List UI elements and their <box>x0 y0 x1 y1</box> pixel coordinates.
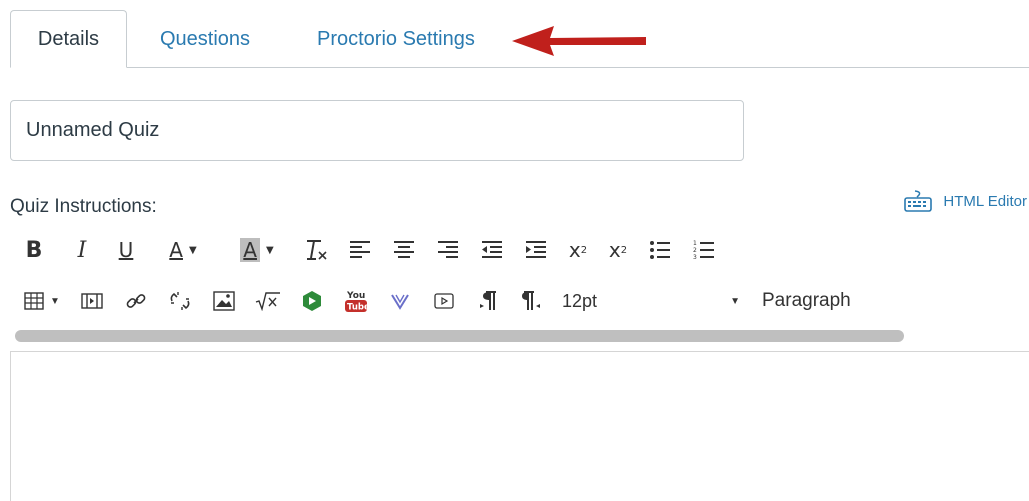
image-button[interactable] <box>202 285 246 317</box>
unlink-icon <box>170 292 190 310</box>
font-color-glyph: A <box>169 238 183 262</box>
image-icon <box>213 291 235 311</box>
media-button[interactable] <box>70 285 114 317</box>
tab-divider <box>10 67 1029 68</box>
link-button[interactable] <box>114 285 158 317</box>
youtube-icon: You Tube <box>345 291 368 313</box>
ltr-button[interactable] <box>466 285 510 317</box>
equation-button[interactable] <box>246 285 290 317</box>
quiz-instructions-label: Quiz Instructions: <box>10 196 157 217</box>
editor-toolbar-row-2: ▼ You Tube 12pt ▼ Paragraph <box>14 283 851 319</box>
embed-video-button[interactable] <box>422 285 466 317</box>
align-right-icon <box>438 241 458 258</box>
tab-proctorio-settings[interactable]: Proctorio Settings <box>317 28 475 51</box>
font-size-select[interactable]: 12pt ▼ <box>562 285 752 317</box>
align-center-button[interactable] <box>382 234 426 266</box>
font-color-button[interactable]: A ▼ <box>146 234 220 266</box>
chevron-down-icon: ▼ <box>50 295 60 307</box>
tab-details[interactable]: Details <box>10 10 127 68</box>
toolbar-horizontal-scrollbar[interactable] <box>15 330 904 342</box>
svg-text:Tube: Tube <box>347 303 368 313</box>
youtube-button[interactable]: You Tube <box>334 285 378 317</box>
rtl-button[interactable] <box>510 285 554 317</box>
chevron-down-icon: ▼ <box>188 244 197 256</box>
underline-button[interactable]: U <box>106 234 146 266</box>
numbered-list-icon: 123 <box>693 240 714 261</box>
table-button[interactable]: ▼ <box>14 285 70 317</box>
tab-bar: Details Questions Proctorio Settings <box>0 0 1029 68</box>
chevron-down-icon: ▼ <box>730 295 740 307</box>
unlink-button[interactable] <box>158 285 202 317</box>
play-box-icon <box>434 293 454 309</box>
red-arrow-annotation <box>512 26 646 56</box>
bullet-list-icon <box>650 241 670 259</box>
italic-button[interactable]: I <box>62 234 102 266</box>
indent-button[interactable] <box>514 234 558 266</box>
html-editor-label: HTML Editor <box>943 192 1027 210</box>
align-left-icon <box>350 241 370 258</box>
html-editor-link[interactable]: HTML Editor <box>903 190 1027 212</box>
font-size-value: 12pt <box>562 290 598 311</box>
quiz-title-input[interactable] <box>10 100 744 161</box>
vimeo-v-button[interactable] <box>378 285 422 317</box>
table-icon <box>24 292 44 310</box>
highlight-glyph: A <box>240 238 260 262</box>
link-icon <box>126 294 146 308</box>
highlight-color-button[interactable]: A ▼ <box>220 234 294 266</box>
subscript-button[interactable]: x2 <box>598 234 638 266</box>
rtl-paragraph-icon <box>522 291 540 310</box>
align-left-button[interactable] <box>338 234 382 266</box>
superscript-button[interactable]: x2 <box>558 234 598 266</box>
chevron-down-icon: ▼ <box>265 244 274 256</box>
keyboard-icon <box>904 190 933 212</box>
indent-icon <box>526 241 546 258</box>
v-logo-icon <box>391 294 409 310</box>
numbered-list-button[interactable]: 123 <box>682 234 726 266</box>
format-select[interactable]: Paragraph <box>762 285 851 317</box>
green-app-icon <box>303 291 321 311</box>
lti-tool-button[interactable] <box>290 285 334 317</box>
editor-toolbar-row-1: B I U A ▼ A ▼ x2 x2 123 <box>14 233 726 267</box>
outdent-button[interactable] <box>470 234 514 266</box>
align-right-button[interactable] <box>426 234 470 266</box>
square-root-icon <box>255 292 280 311</box>
bullet-list-button[interactable] <box>638 234 682 266</box>
clear-formatting-button[interactable] <box>294 234 338 266</box>
bold-button[interactable]: B <box>14 234 54 266</box>
rich-text-editor-area[interactable] <box>10 351 1029 501</box>
svg-text:3: 3 <box>693 254 697 261</box>
svg-text:2: 2 <box>693 247 697 254</box>
clear-formatting-icon <box>307 240 327 260</box>
format-value: Paragraph <box>762 290 851 311</box>
align-center-icon <box>394 241 414 258</box>
svg-text:You: You <box>346 291 365 301</box>
film-icon <box>81 293 103 309</box>
ltr-paragraph-icon <box>480 291 496 310</box>
svg-text:1: 1 <box>693 240 697 247</box>
outdent-icon <box>482 241 502 258</box>
tab-questions[interactable]: Questions <box>160 28 250 51</box>
